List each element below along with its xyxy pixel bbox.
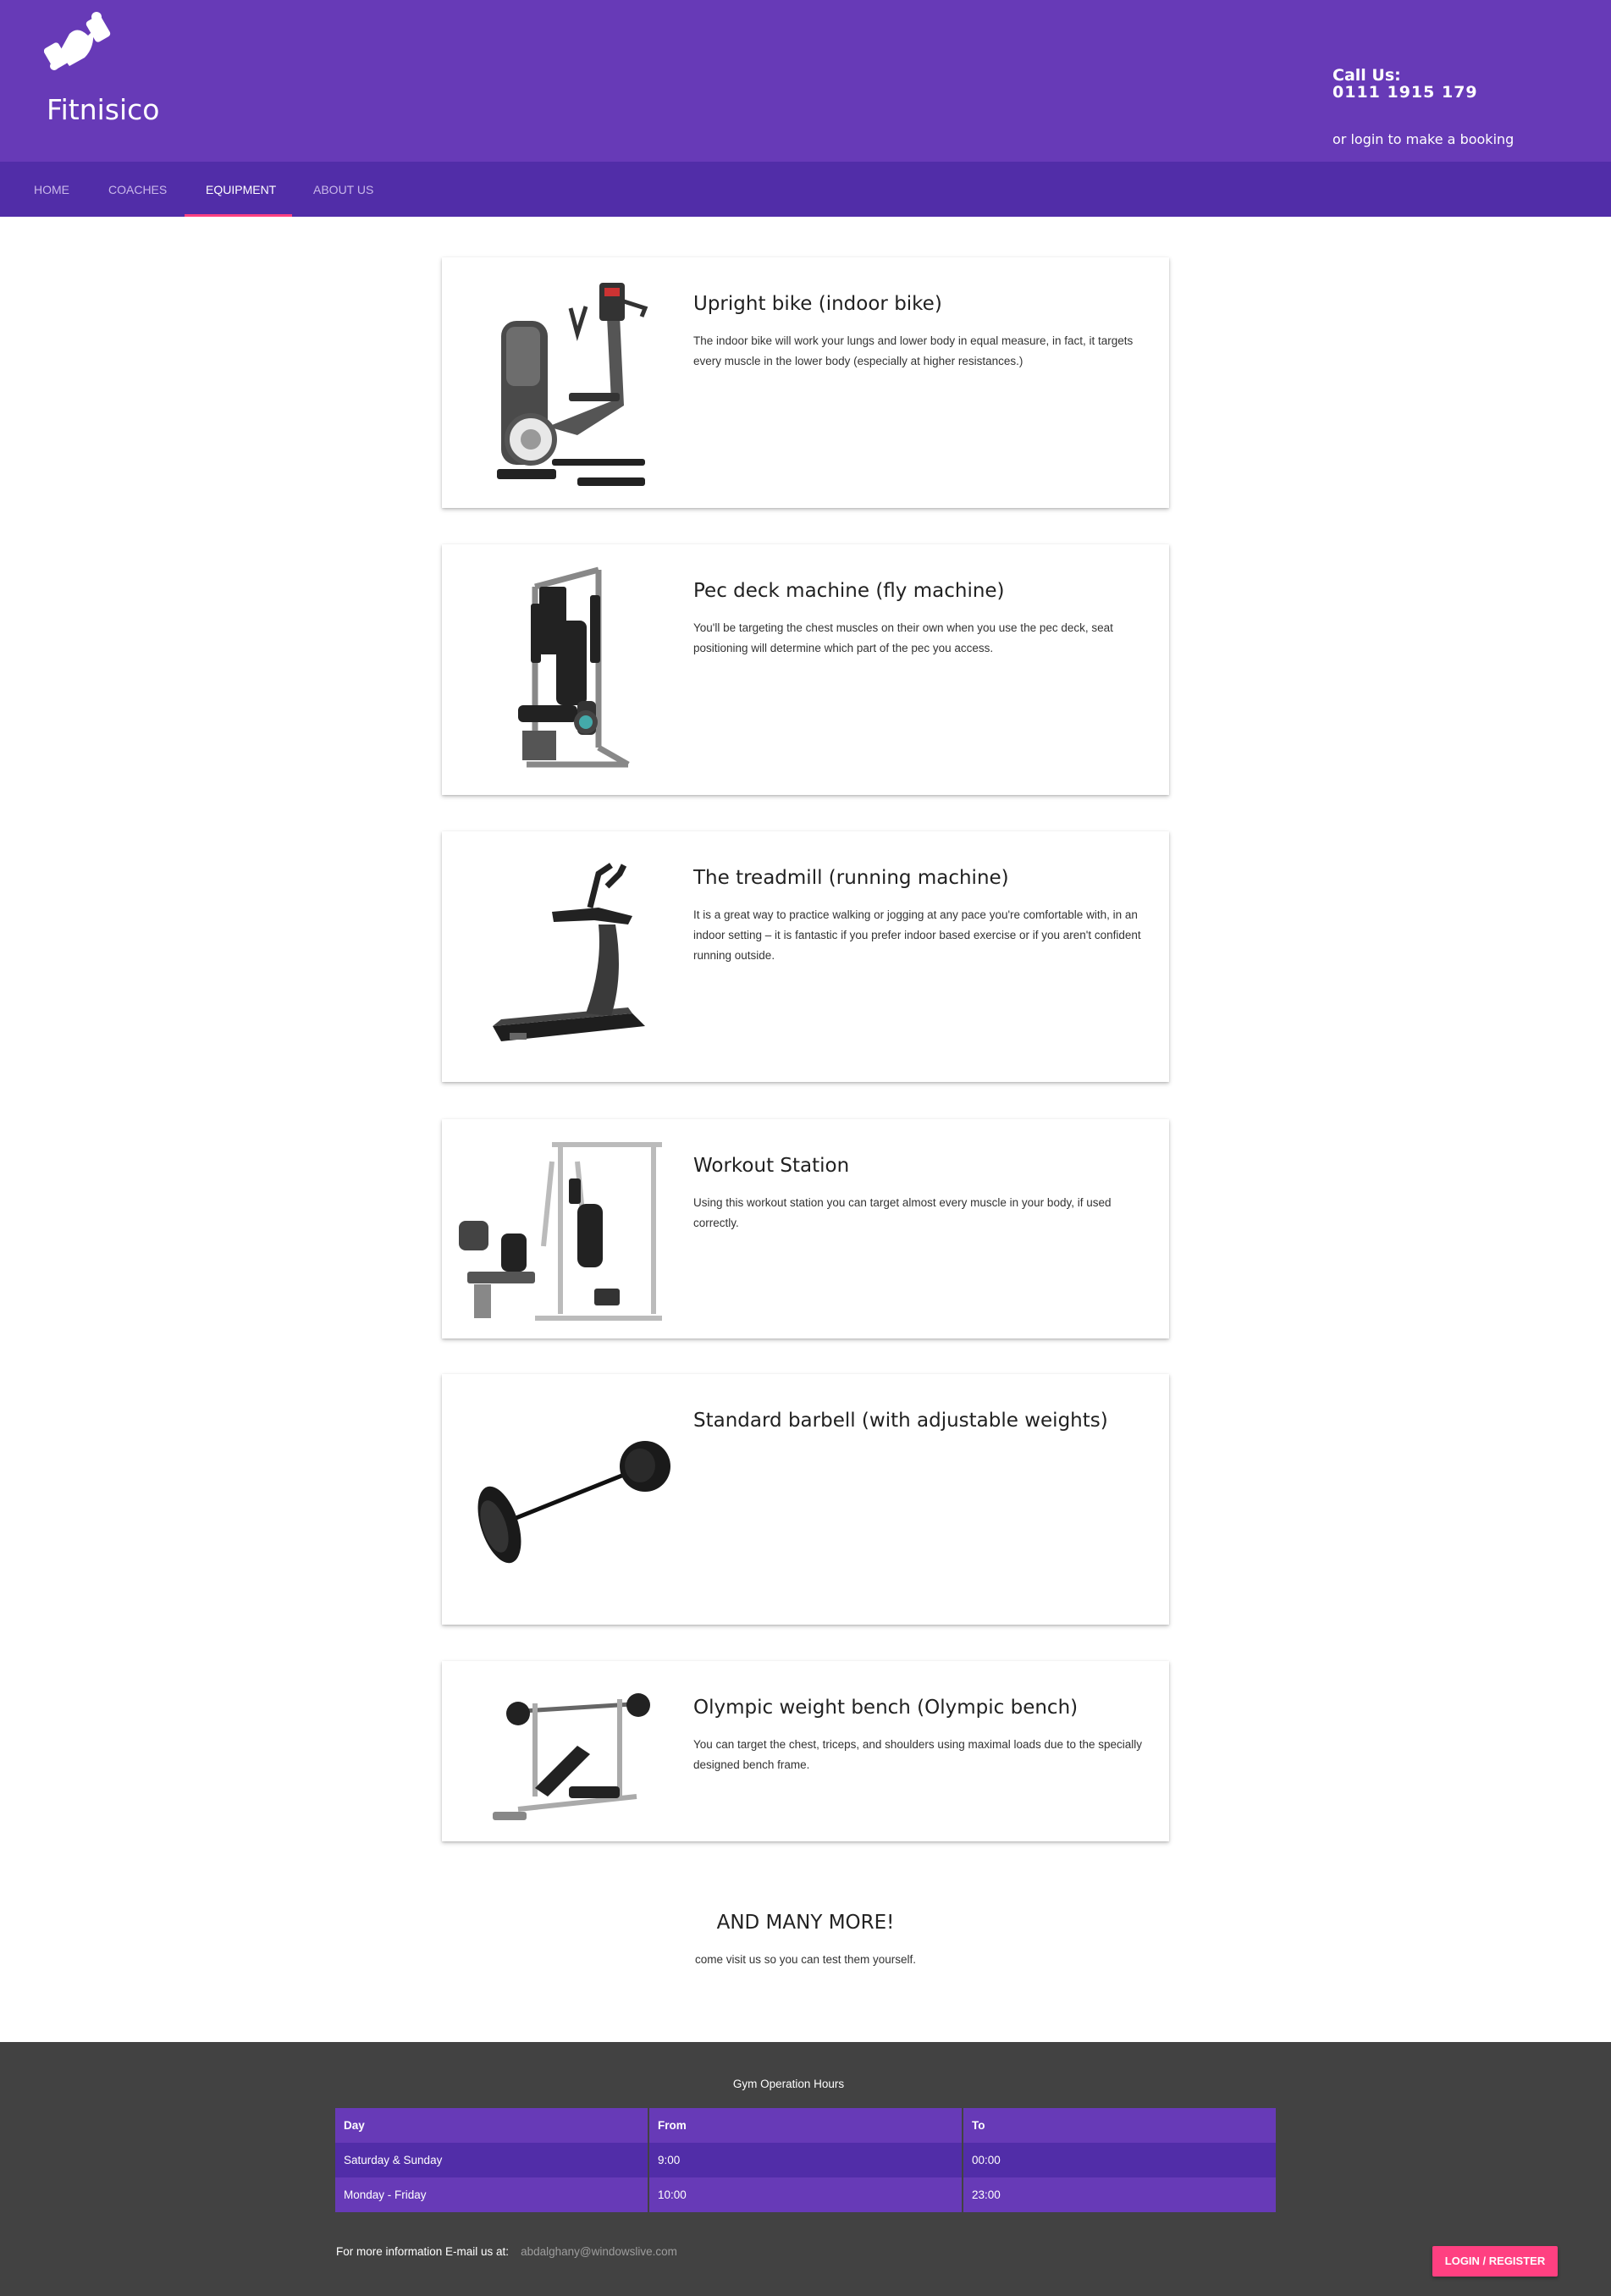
pec-deck-image: [518, 566, 630, 768]
brand-name[interactable]: Fitnisico: [47, 93, 159, 126]
olympic-bench-image: [493, 1693, 650, 1820]
upright-bike-image: [497, 283, 648, 486]
dumbbell-logo-icon[interactable]: [44, 10, 112, 78]
column-header: Day: [335, 2108, 650, 2143]
workout-station-image: [459, 1142, 662, 1321]
nav-home[interactable]: HOME: [34, 162, 69, 217]
table-header-row: Day From To: [335, 2108, 1276, 2143]
equipment-title: Standard barbell (with adjustable weight…: [693, 1410, 1108, 1432]
column-header: From: [648, 2108, 963, 2143]
treadmill-image: [493, 863, 645, 1041]
equipment-title: The treadmill (running machine): [693, 867, 1009, 889]
equipment-description: You can target the chest, triceps, and s…: [693, 1738, 1143, 1771]
active-tab-indicator: [185, 214, 292, 217]
nav-about-us[interactable]: ABOUT US: [313, 162, 373, 217]
many-more-heading: AND MANY MORE!: [716, 1912, 895, 1934]
site-header: Fitnisico Call Us: 0111 1915 179 or logi…: [0, 0, 1611, 162]
login-hint: or login to make a booking: [1332, 131, 1514, 147]
table-cell: Saturday & Sunday: [335, 2143, 650, 2177]
equipment-card: Workout Station Using this workout stati…: [442, 1119, 1169, 1338]
barbell-image: [477, 1441, 670, 1564]
login-register-button[interactable]: LOGIN / REGISTER: [1432, 2246, 1558, 2277]
equipment-title: Olympic weight bench (Olympic bench): [693, 1697, 1079, 1719]
equipment-title: Workout Station: [693, 1155, 850, 1177]
phone-number: 0111 1915 179: [1332, 83, 1478, 102]
table-cell: 10:00: [648, 2177, 963, 2212]
equipment-description: It is a great way to practice walking or…: [693, 908, 1141, 962]
equipment-description: The indoor bike will work your lungs and…: [693, 334, 1134, 367]
contact-label: For more information E-mail us at:: [336, 2245, 510, 2258]
site-footer: Gym Operation Hours Day From To Saturday…: [0, 2042, 1611, 2296]
equipment-title: Upright bike (indoor bike): [693, 293, 942, 315]
table-cell: 9:00: [648, 2143, 963, 2177]
nav-equipment[interactable]: EQUIPMENT: [206, 162, 276, 217]
nav-coaches[interactable]: COACHES: [108, 162, 167, 217]
equipment-description: Using this workout station you can targe…: [693, 1196, 1112, 1229]
column-header: To: [963, 2108, 1276, 2143]
equipment-description: You'll be targeting the chest muscles on…: [693, 621, 1113, 654]
equipment-card: Olympic weight bench (Olympic bench) You…: [442, 1661, 1169, 1841]
email-link[interactable]: abdalghany@windowslive.com: [521, 2245, 677, 2258]
call-us-label: Call Us:: [1332, 66, 1401, 85]
table-row: Monday - Friday 10:00 23:00: [335, 2177, 1276, 2212]
table-row: Saturday & Sunday 9:00 00:00: [335, 2143, 1276, 2177]
equipment-title: Pec deck machine (fly machine): [693, 580, 1005, 602]
contact-info: For more information E-mail us at: abdalg…: [336, 2245, 677, 2258]
table-cell: Monday - Friday: [335, 2177, 650, 2212]
hours-title: Gym Operation Hours: [732, 2078, 845, 2090]
equipment-card: Upright bike (indoor bike) The indoor bi…: [442, 257, 1169, 508]
many-more-subtitle: come visit us so you can test them yours…: [694, 1953, 917, 1966]
table-cell: 23:00: [963, 2177, 1276, 2212]
equipment-card: Standard barbell (with adjustable weight…: [442, 1374, 1169, 1625]
equipment-card: Pec deck machine (fly machine) You'll be…: [442, 544, 1169, 795]
table-cell: 00:00: [963, 2143, 1276, 2177]
equipment-card: The treadmill (running machine) It is a …: [442, 831, 1169, 1082]
main-nav: HOME COACHES EQUIPMENT ABOUT US: [0, 162, 1611, 217]
hours-table: Day From To Saturday & Sunday 9:00 00:00…: [335, 2108, 1276, 2212]
